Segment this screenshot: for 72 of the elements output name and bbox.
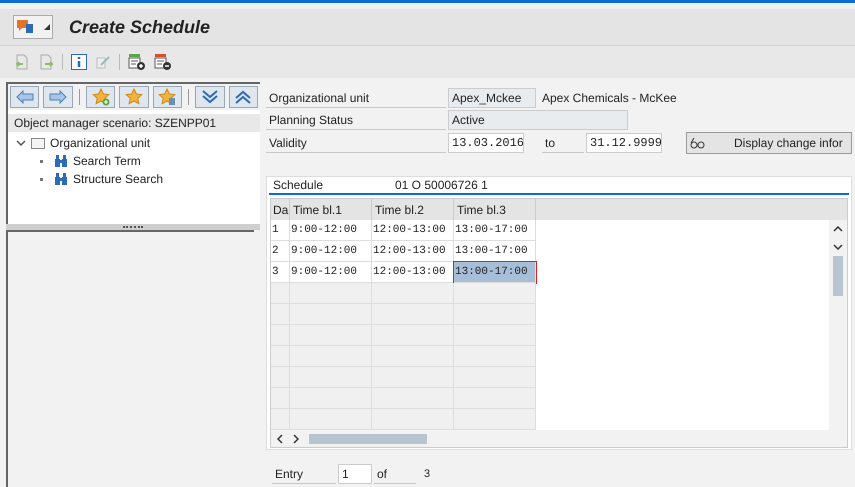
back-arrow-button[interactable] bbox=[10, 86, 40, 108]
schedule-tab[interactable]: Schedule bbox=[269, 176, 395, 194]
previous-document-icon[interactable] bbox=[14, 54, 30, 70]
table-cell[interactable]: 12:00-13:00 bbox=[372, 241, 454, 262]
field-label: Planning Status bbox=[266, 110, 446, 130]
tree-item[interactable]: Structure Search bbox=[73, 170, 164, 188]
table-cell[interactable]: 9:00-12:00 bbox=[290, 220, 372, 241]
table-cell[interactable]: 9:00-12:00 bbox=[290, 262, 372, 283]
valid-from-field[interactable]: 13.03.2016 bbox=[448, 133, 524, 153]
field-label: Entry bbox=[272, 464, 336, 484]
double-chevron-down-icon bbox=[202, 90, 218, 104]
table-cell[interactable]: 13:00-17:00 bbox=[454, 241, 536, 262]
display-change-info-button[interactable]: Display change infor bbox=[686, 132, 852, 154]
info-icon[interactable] bbox=[71, 54, 87, 70]
field-label: Validity bbox=[266, 133, 446, 153]
table-cell[interactable]: 13:00-17:00 bbox=[454, 262, 536, 283]
collapse-all-button[interactable] bbox=[228, 86, 258, 108]
left-arrow-icon bbox=[16, 90, 34, 104]
star-trash-icon bbox=[158, 88, 176, 106]
delete-favorite-button[interactable] bbox=[152, 86, 182, 108]
favorite-button[interactable] bbox=[119, 86, 149, 108]
star-icon bbox=[125, 88, 143, 106]
org-unit-description: Apex Chemicals - McKee bbox=[542, 90, 677, 107]
folder-checkbox-icon bbox=[31, 138, 45, 148]
vertical-scrollbar[interactable] bbox=[829, 199, 847, 430]
binoculars-icon bbox=[54, 172, 68, 186]
forward-arrow-button[interactable] bbox=[43, 86, 73, 108]
expand-all-button[interactable] bbox=[195, 86, 225, 108]
field-label: Organizational unit bbox=[266, 88, 446, 108]
table-cell[interactable]: 12:00-13:00 bbox=[372, 262, 454, 283]
entry-total: 3 bbox=[424, 466, 430, 482]
tree-item[interactable]: Organizational unit bbox=[50, 134, 150, 152]
org-unit-field[interactable]: Apex_Mckee bbox=[448, 88, 536, 108]
table-cell[interactable]: 1 bbox=[271, 220, 290, 241]
planning-status-field[interactable]: Active bbox=[448, 110, 628, 130]
splitter-handle-icon[interactable] bbox=[123, 226, 143, 228]
speech-bubble-icon bbox=[16, 19, 34, 35]
field-label: of bbox=[374, 464, 416, 484]
binoculars-icon bbox=[54, 154, 68, 168]
field-label: to bbox=[542, 133, 584, 153]
star-plus-icon bbox=[92, 88, 110, 106]
scroll-thumb[interactable] bbox=[309, 434, 427, 444]
table-cell[interactable]: 2 bbox=[271, 241, 290, 262]
schedule-id: 01 O 50006726 1 bbox=[395, 177, 488, 194]
menu-button[interactable] bbox=[13, 15, 53, 39]
scroll-thumb[interactable] bbox=[833, 256, 843, 296]
scroll-right-icon[interactable] bbox=[293, 434, 299, 444]
table-cell[interactable]: 13:00-17:00 bbox=[454, 220, 536, 241]
right-arrow-icon bbox=[49, 90, 68, 104]
corner-triangle-icon bbox=[44, 24, 50, 30]
window-title: Create Schedule bbox=[69, 16, 210, 38]
glasses-icon bbox=[690, 137, 706, 149]
next-document-icon[interactable] bbox=[38, 54, 54, 70]
edit-icon[interactable] bbox=[95, 54, 111, 70]
table-cell[interactable]: 3 bbox=[271, 262, 290, 283]
entry-field[interactable]: 1 bbox=[338, 464, 372, 484]
scroll-left-icon[interactable] bbox=[277, 434, 283, 444]
bullet-icon bbox=[40, 178, 43, 180]
table-cell[interactable]: 12:00-13:00 bbox=[372, 220, 454, 241]
scroll-up-icon[interactable] bbox=[833, 226, 843, 232]
add-favorite-button[interactable] bbox=[86, 86, 116, 108]
scenario-header: Object manager scenario: SZENPP01 bbox=[8, 114, 260, 132]
double-chevron-up-icon bbox=[235, 90, 252, 104]
delete-row-icon[interactable] bbox=[154, 53, 172, 71]
add-row-icon[interactable] bbox=[128, 53, 146, 71]
expand-caret-icon[interactable] bbox=[16, 138, 26, 148]
table-cell[interactable]: 9:00-12:00 bbox=[290, 241, 372, 262]
bullet-icon bbox=[40, 160, 43, 162]
valid-to-field[interactable]: 31.12.9999 bbox=[586, 133, 662, 153]
scroll-down-icon[interactable] bbox=[833, 244, 843, 250]
tree-item[interactable]: Search Term bbox=[73, 152, 141, 170]
horizontal-scrollbar[interactable] bbox=[271, 430, 847, 447]
